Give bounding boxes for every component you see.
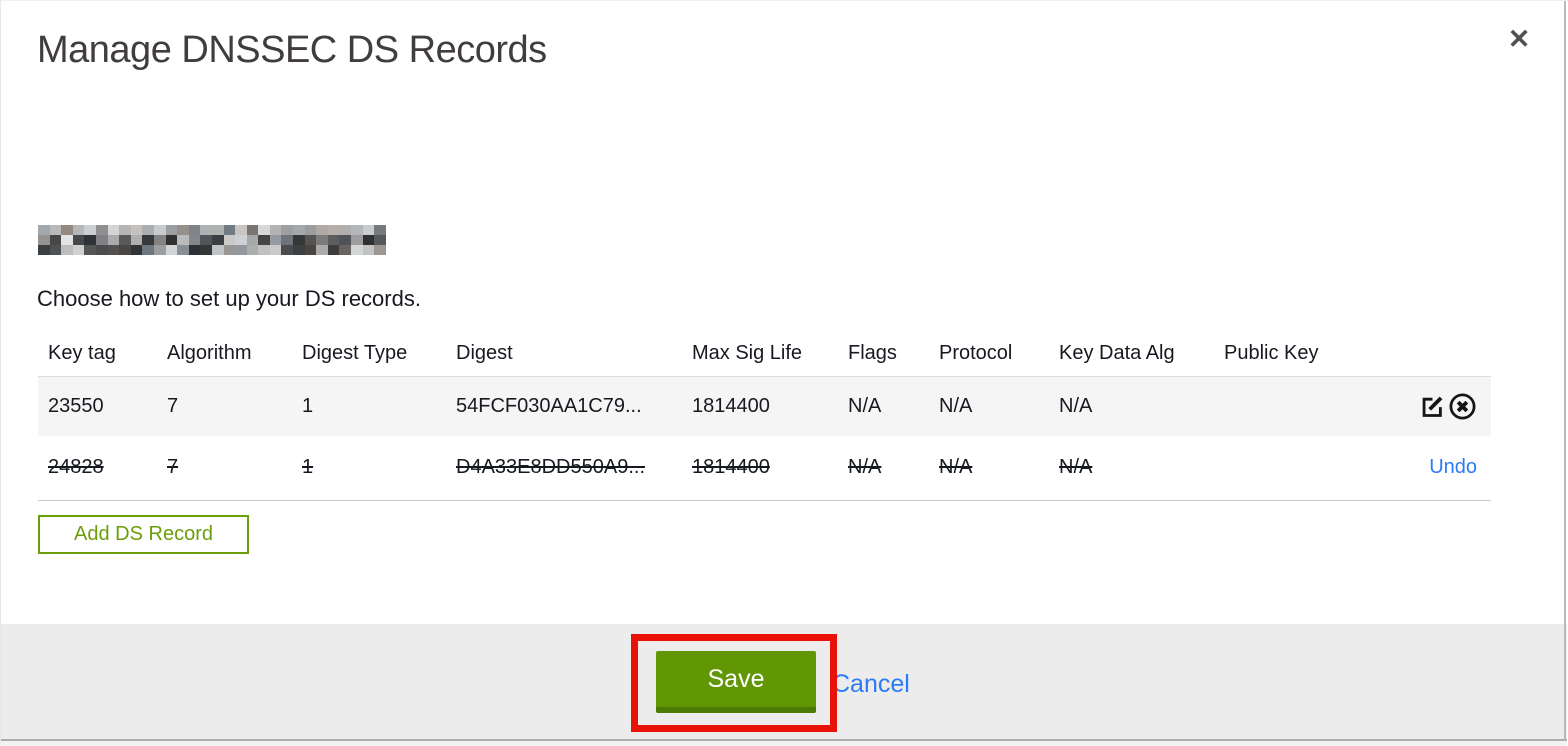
column-header-protocol: Protocol — [939, 341, 1013, 364]
cell-digest-type: 1 — [302, 394, 314, 417]
row-actions: Undo — [1396, 436, 1491, 500]
cell-public-key — [1224, 376, 1396, 436]
table-header-row: Key tag Algorithm Digest Type Digest Max… — [38, 331, 1491, 376]
cell-key-data-alg: N/A — [1059, 456, 1093, 479]
cell-algorithm: 7 — [167, 456, 179, 479]
column-header-public-key: Public Key — [1224, 341, 1319, 364]
cell-key-data-alg: N/A — [1059, 394, 1093, 417]
cell-flags: N/A — [848, 394, 882, 417]
cell-key-tag: 23550 — [48, 394, 104, 417]
cell-digest: 54FCF030AA1C79... — [456, 394, 642, 417]
cell-public-key — [1224, 436, 1396, 500]
cell-digest: D4A33E8DD550A9... — [456, 456, 646, 479]
column-header-max-sig-life: Max Sig Life — [692, 341, 803, 364]
column-header-flags: Flags — [848, 341, 897, 364]
cell-digest-type: 1 — [302, 456, 314, 479]
cell-key-tag: 24828 — [48, 456, 104, 479]
instruction-text: Choose how to set up your DS records. — [37, 286, 421, 311]
edit-icon[interactable] — [1419, 393, 1446, 420]
column-header-actions — [1396, 331, 1491, 376]
cell-flags: N/A — [848, 456, 882, 479]
column-header-key-tag: Key tag — [48, 341, 116, 364]
ds-records-table: Key tag Algorithm Digest Type Digest Max… — [38, 331, 1491, 501]
cell-max-sig-life: 1814400 — [692, 394, 770, 417]
column-header-digest: Digest — [456, 341, 513, 364]
cell-protocol: N/A — [939, 394, 973, 417]
table-row: 24828 7 1 D4A33E8DD550A9... 1814400 N/A … — [38, 436, 1491, 500]
cell-protocol: N/A — [939, 456, 973, 479]
window-bottom-edge — [1, 739, 1567, 746]
column-header-algorithm: Algorithm — [167, 341, 252, 364]
dnssec-modal: Manage DNSSEC DS Records ✕ Choose how to… — [0, 0, 1568, 746]
page-title: Manage DNSSEC DS Records — [37, 29, 547, 71]
cell-max-sig-life: 1814400 — [692, 456, 770, 479]
cancel-link[interactable]: Cancel — [832, 670, 910, 699]
delete-icon[interactable] — [1448, 392, 1477, 421]
close-icon[interactable]: ✕ — [1499, 19, 1539, 59]
save-button[interactable]: Save — [656, 651, 816, 713]
add-ds-record-button[interactable]: Add DS Record — [38, 515, 249, 554]
window-right-edge — [1564, 1, 1566, 739]
undo-link[interactable]: Undo — [1429, 456, 1477, 478]
modal-footer: Save Cancel — [1, 624, 1567, 739]
table-row: 23550 7 1 54FCF030AA1C79... 1814400 N/A … — [38, 376, 1491, 436]
row-actions — [1396, 376, 1491, 436]
cell-algorithm: 7 — [167, 394, 179, 417]
column-header-key-data-alg: Key Data Alg — [1059, 341, 1175, 364]
redacted-domain — [38, 225, 386, 255]
column-header-digest-type: Digest Type — [302, 341, 408, 364]
